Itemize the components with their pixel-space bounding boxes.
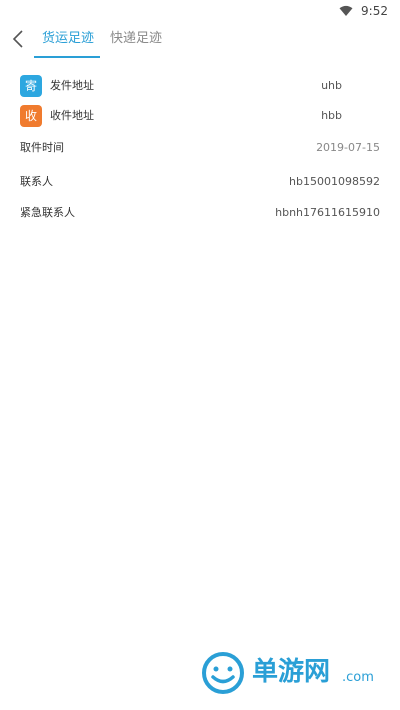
row-emergency-contact: 紧急联系人 hbnh17611615910 [0,197,400,227]
row-contact: 联系人 hb15001098592 [0,166,400,196]
row-receive-address: 收 收件地址 hbb [0,100,400,130]
row-pickup-time: 取件时间 2019-07-15 [0,132,400,162]
send-badge-icon: 寄 [20,75,42,97]
smiley-logo-icon [202,652,244,694]
label-receive-address: 收件地址 [50,109,94,122]
value-receive-address: hbb [321,109,342,122]
tab-express-track[interactable]: 快递足迹 [110,31,162,47]
wifi-icon [339,5,353,16]
watermark: 单游网 .com [200,648,390,700]
back-arrow-icon[interactable] [8,28,30,50]
top-nav: 货运足迹 快递足迹 [0,22,400,59]
label-pickup-time: 取件时间 [20,141,64,154]
value-pickup-time: 2019-07-15 [316,141,380,154]
watermark-brand: 单游网 [252,657,331,687]
value-emergency-contact: hbnh17611615910 [275,206,380,219]
tab-freight-track[interactable]: 货运足迹 [42,31,94,47]
shipment-details: 寄 发件地址 uhb 收 收件地址 hbb 取件时间 2019-07-15 联系… [0,58,400,238]
receive-badge-icon: 收 [20,105,42,127]
value-contact: hb15001098592 [289,175,380,188]
label-send-address: 发件地址 [50,79,94,92]
label-contact: 联系人 [20,175,53,188]
label-emergency-contact: 紧急联系人 [20,206,75,219]
status-right: 9:52 [339,3,388,19]
status-bar: 9:52 [0,0,400,22]
status-time: 9:52 [361,4,388,18]
watermark-domain: .com [342,670,374,685]
row-send-address: 寄 发件地址 uhb [0,70,400,100]
value-send-address: uhb [321,79,342,92]
